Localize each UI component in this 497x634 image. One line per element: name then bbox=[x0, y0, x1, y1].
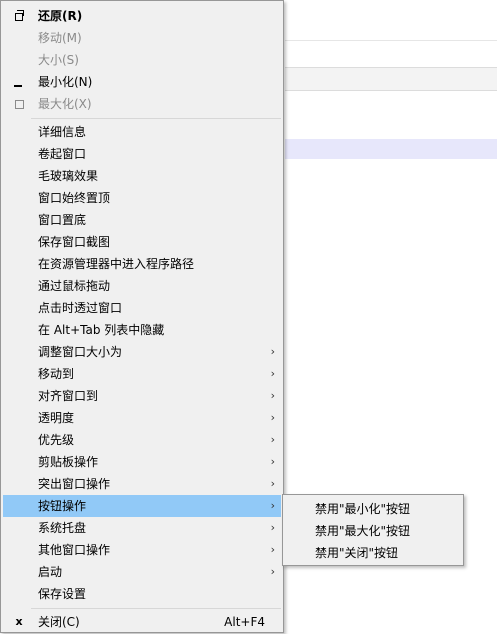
menu-item-roll-up-window[interactable]: 卷起窗口 bbox=[3, 143, 281, 165]
menu-item-label: 突出窗口操作 bbox=[38, 477, 111, 491]
background-window-header bbox=[285, 0, 497, 41]
chevron-right-icon: › bbox=[270, 565, 275, 578]
menu-item-label: 还原(R) bbox=[38, 9, 83, 23]
menu-item-label: 在 Alt+Tab 列表中隐藏 bbox=[38, 323, 165, 337]
menu-item-move: 移动(M) bbox=[3, 27, 281, 49]
menu-item-size: 大小(S) bbox=[3, 49, 281, 71]
chevron-right-icon: › bbox=[270, 367, 275, 380]
menu-item-label: 关闭(C) bbox=[38, 615, 80, 629]
menu-item-label: 窗口始终置顶 bbox=[38, 191, 111, 205]
restore-icon bbox=[15, 10, 24, 21]
menu-item-button-operations[interactable]: 按钮操作 › bbox=[3, 495, 281, 517]
chevron-right-icon: › bbox=[270, 411, 275, 424]
menu-item-label: 启动 bbox=[38, 565, 63, 579]
maximize-icon bbox=[15, 100, 24, 109]
menu-item-label: 调整窗口大小为 bbox=[38, 345, 123, 359]
chevron-right-icon: › bbox=[270, 345, 275, 358]
menu-item-label: 毛玻璃效果 bbox=[38, 169, 99, 183]
menu-item-label: 通过鼠标拖动 bbox=[38, 279, 111, 293]
submenu-item-label: 禁用"最小化"按钮 bbox=[315, 502, 411, 516]
menu-item-label: 点击时透过窗口 bbox=[38, 301, 123, 315]
menu-item-system-tray[interactable]: 系统托盘 › bbox=[3, 517, 281, 539]
menu-item-close[interactable]: x 关闭(C) Alt+F4 bbox=[3, 611, 281, 633]
menu-item-save-screenshot[interactable]: 保存窗口截图 bbox=[3, 231, 281, 253]
button-operations-submenu: 禁用"最小化"按钮 禁用"最大化"按钮 禁用"关闭"按钮 bbox=[282, 494, 464, 566]
submenu-item-disable-minimize[interactable]: 禁用"最小化"按钮 bbox=[285, 498, 461, 520]
chevron-right-icon: › bbox=[270, 433, 275, 446]
menu-item-clipboard[interactable]: 剪贴板操作 › bbox=[3, 451, 281, 473]
menu-item-restore[interactable]: 还原(R) bbox=[3, 5, 281, 27]
menu-item-shortcut: Alt+F4 bbox=[224, 615, 265, 629]
menu-item-label: 保存窗口截图 bbox=[38, 235, 111, 249]
menu-item-send-to-bottom[interactable]: 窗口置底 bbox=[3, 209, 281, 231]
menu-item-glass-effect[interactable]: 毛玻璃效果 bbox=[3, 165, 281, 187]
menu-item-label: 优先级 bbox=[38, 433, 75, 447]
close-icon: x bbox=[15, 615, 23, 628]
menu-item-maximize: 最大化(X) bbox=[3, 93, 281, 115]
menu-item-label: 详细信息 bbox=[38, 125, 87, 139]
menu-item-label: 卷起窗口 bbox=[38, 147, 87, 161]
window-context-menu: 还原(R) 移动(M) 大小(S) 最小化(N) 最大化(X) 详细信息 卷起窗… bbox=[0, 0, 284, 633]
minimize-icon bbox=[14, 85, 22, 87]
menu-item-hide-in-alt-tab[interactable]: 在 Alt+Tab 列表中隐藏 bbox=[3, 319, 281, 341]
submenu-item-label: 禁用"关闭"按钮 bbox=[315, 546, 399, 560]
chevron-right-icon: › bbox=[270, 477, 275, 490]
menu-item-startup[interactable]: 启动 › bbox=[3, 561, 281, 583]
menu-item-label: 按钮操作 bbox=[38, 499, 87, 513]
menu-item-label: 最小化(N) bbox=[38, 75, 93, 89]
menu-item-label: 移动(M) bbox=[38, 31, 82, 45]
menu-item-mouse-drag[interactable]: 通过鼠标拖动 bbox=[3, 275, 281, 297]
menu-item-details[interactable]: 详细信息 bbox=[3, 121, 281, 143]
menu-item-click-through[interactable]: 点击时透过窗口 bbox=[3, 297, 281, 319]
background-selected-row bbox=[285, 139, 497, 159]
menu-item-minimize[interactable]: 最小化(N) bbox=[3, 71, 281, 93]
menu-item-label: 窗口置底 bbox=[38, 213, 87, 227]
menu-item-label: 保存设置 bbox=[38, 587, 87, 601]
menu-item-label: 在资源管理器中进入程序路径 bbox=[38, 257, 195, 271]
chevron-right-icon: › bbox=[270, 389, 275, 402]
menu-item-priority[interactable]: 优先级 › bbox=[3, 429, 281, 451]
chevron-right-icon: › bbox=[270, 543, 275, 556]
submenu-item-disable-close[interactable]: 禁用"关闭"按钮 bbox=[285, 542, 461, 564]
menu-item-label: 对齐窗口到 bbox=[38, 389, 99, 403]
chevron-right-icon: › bbox=[270, 455, 275, 468]
menu-item-highlight-window[interactable]: 突出窗口操作 › bbox=[3, 473, 281, 495]
menu-item-other-window-ops[interactable]: 其他窗口操作 › bbox=[3, 539, 281, 561]
menu-item-label: 系统托盘 bbox=[38, 521, 87, 535]
menu-item-resize-to[interactable]: 调整窗口大小为 › bbox=[3, 341, 281, 363]
menu-item-label: 最大化(X) bbox=[38, 97, 92, 111]
submenu-item-disable-maximize[interactable]: 禁用"最大化"按钮 bbox=[285, 520, 461, 542]
menu-separator bbox=[31, 608, 281, 609]
menu-item-always-on-top[interactable]: 窗口始终置顶 bbox=[3, 187, 281, 209]
menu-item-open-in-explorer[interactable]: 在资源管理器中进入程序路径 bbox=[3, 253, 281, 275]
chevron-right-icon: › bbox=[270, 499, 275, 512]
menu-item-label: 移动到 bbox=[38, 367, 75, 381]
menu-item-align-to[interactable]: 对齐窗口到 › bbox=[3, 385, 281, 407]
submenu-item-label: 禁用"最大化"按钮 bbox=[315, 524, 411, 538]
menu-item-label: 透明度 bbox=[38, 411, 75, 425]
chevron-right-icon: › bbox=[270, 521, 275, 534]
menu-item-move-to[interactable]: 移动到 › bbox=[3, 363, 281, 385]
menu-item-label: 其他窗口操作 bbox=[38, 543, 111, 557]
menu-item-save-settings[interactable]: 保存设置 bbox=[3, 583, 281, 605]
background-window-toolbar bbox=[285, 67, 497, 91]
menu-item-label: 大小(S) bbox=[38, 53, 79, 67]
menu-separator bbox=[31, 118, 281, 119]
menu-item-label: 剪贴板操作 bbox=[38, 455, 99, 469]
menu-item-transparency[interactable]: 透明度 › bbox=[3, 407, 281, 429]
